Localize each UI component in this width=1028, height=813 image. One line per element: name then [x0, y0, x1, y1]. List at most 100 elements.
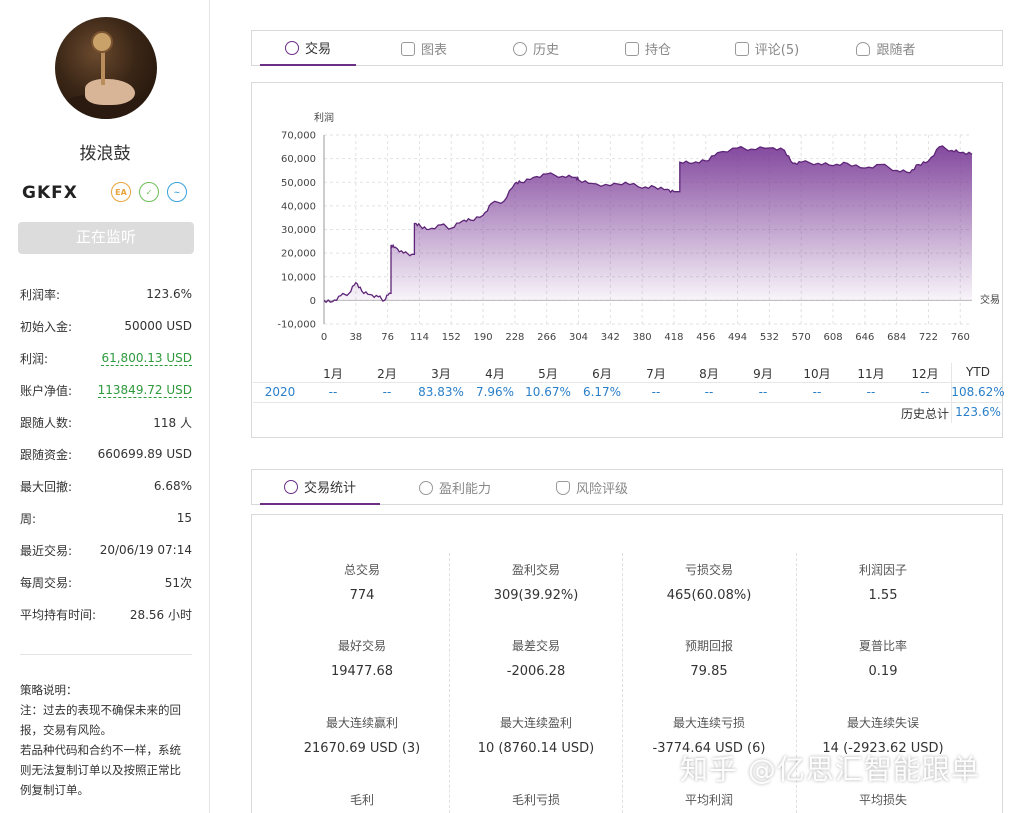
verified-badge-icon: ✓ [139, 182, 159, 202]
month-value: -- [920, 385, 930, 399]
x-tick-label: 152 [442, 332, 461, 343]
month-header: 10月 [803, 367, 831, 381]
activity-badge-icon: ~ [167, 182, 187, 202]
x-tick-label: 570 [792, 332, 811, 343]
trade-stat-value: 19477.68 [330, 664, 394, 679]
trade-stat-label: 夏普比率 [858, 639, 907, 653]
follow-button[interactable]: 正在监听 [18, 222, 194, 254]
trade-stat-label: 毛利 [349, 793, 374, 807]
trade-stat: 平均损失-261.17 USD [797, 791, 969, 813]
tab-followers[interactable]: 跟随者 [836, 31, 936, 66]
trade-stat: 毛利180020.01 USD [276, 791, 448, 813]
trade-stat: 最好交易 19477.68 [276, 637, 448, 679]
y-axis-ticks: -10,000 0 10,000 20,000 30,000 40,000 50,000 60… [277, 131, 316, 331]
stat-label: 初始入金: [20, 319, 73, 334]
month-header: 1月 [323, 367, 343, 381]
strategy-line: 报，交易有风险。 [20, 723, 112, 737]
ea-badge-icon: EA [111, 182, 131, 202]
x-axis-label: 交易 [980, 293, 1000, 306]
y-tick-label: 20,000 [281, 249, 316, 260]
ytd-value: 108.62% [951, 385, 1005, 399]
y-tick-label: 0 [310, 296, 316, 307]
tab-positions[interactable]: 持仓 [600, 31, 696, 66]
stat-value: 20/06/19 07:14 [99, 543, 192, 557]
trade-stat-label: 最大连续盈利 [499, 716, 572, 730]
tab-risk-rating[interactable]: 风险评级 [542, 470, 642, 505]
x-tick-label: 38 [349, 332, 362, 343]
month-value: -- [866, 385, 876, 399]
stat-row: 每周交易: 51次 [20, 566, 192, 598]
stat-value: 50000 USD [124, 319, 192, 333]
shield-icon [555, 480, 570, 495]
trade-stat-label: 最大连续赢利 [325, 716, 398, 730]
stat-label: 利润率: [20, 287, 61, 302]
trader-name: 拨浪鼓 [79, 144, 131, 164]
trade-stat-label: 最大连续失误 [846, 716, 919, 730]
trader-stats: 利润率: 123.6% 初始入金: 50000 USD 利润: 61,800.13 USD… [20, 278, 192, 630]
tab-trading[interactable]: 交易 [260, 31, 356, 66]
stat-label: 跟随资金: [20, 447, 73, 462]
month-value: 83.83% [418, 385, 464, 399]
month-value: -- [704, 385, 714, 399]
tab-comments[interactable]: 评论(5) [712, 31, 822, 66]
profit-area [324, 146, 972, 303]
x-tick-label: 684 [887, 332, 906, 343]
stat-row: 跟随资金: 660699.89 USD [20, 438, 192, 470]
x-tick-label: 76 [381, 332, 394, 343]
trade-stat-label: 最好交易 [337, 639, 386, 653]
trade-stat-label: 预期回报 [684, 639, 733, 653]
tab-trade-stats[interactable]: 交易统计 [260, 470, 380, 505]
x-tick-label: 456 [696, 332, 715, 343]
y-tick-label: -10,000 [277, 320, 316, 331]
month-header: 3月 [431, 367, 451, 381]
profit-chart: -10,000 0 10,000 20,000 30,000 40,000 50,000 60… [277, 111, 1000, 343]
bar-chart-icon [283, 479, 298, 494]
month-header: 8月 [699, 367, 719, 381]
tab-chart[interactable]: 图表 [376, 31, 472, 66]
month-value: 7.96% [475, 385, 515, 399]
monthly-returns-table: 1月 2月 3月 4月 5月 6月 7月 8月 9月 10月 11月 12月 YTD -- -- 83.83… [253, 363, 1005, 423]
trade-stat-label: 利润因子 [858, 563, 907, 577]
tab-profitability[interactable]: 盈利能力 [400, 470, 510, 505]
broker-logo: GKFX [22, 183, 78, 203]
x-tick-label: 114 [410, 332, 429, 343]
trade-stat-label: 最大连续亏损 [672, 716, 745, 730]
trade-stat: 预期回报 79.85 [623, 637, 795, 679]
x-tick-label: 532 [760, 332, 779, 343]
trade-stat: 盈利交易 309(39.92%) [450, 561, 622, 603]
x-tick-label: 342 [601, 332, 620, 343]
watermark: 知乎 @亿思汇智能跟单 [680, 753, 980, 786]
stat-row: 初始入金: 50000 USD [20, 310, 192, 342]
x-tick-label: 0 [321, 332, 327, 343]
stat-value: 51次 [164, 575, 192, 590]
stat-label: 周: [20, 511, 37, 526]
stat-value: 61,800.13 USD [101, 350, 192, 366]
stat-label: 账户净值: [20, 383, 73, 398]
trade-stat: 利润因子 1.55 [797, 561, 969, 603]
trader-sidebar: 拨浪鼓 GKFX EA ✓ ~ 正在监听 利润率: 123.6% 初始入金: 5000… [0, 0, 210, 813]
stat-label: 最近交易: [20, 543, 73, 558]
month-value: 10.67% [525, 385, 571, 399]
trade-stat-label: 盈利交易 [511, 563, 560, 577]
stat-row: 最大回撤: 6.68% [20, 470, 192, 502]
month-header: 2月 [377, 367, 397, 381]
strategy-line: 例复制订单。 [20, 783, 89, 797]
stat-value: 6.68% [153, 479, 192, 493]
trade-stat: 最大连续赢利 21670.69 USD (3) [276, 714, 448, 756]
monthly-header-row: 1月 2月 3月 4月 5月 6月 7月 8月 9月 10月 11月 12月 YTD [253, 363, 1003, 383]
x-tick-label: 646 [855, 332, 874, 343]
trade-stat-label: 平均损失 [858, 793, 907, 807]
trade-stat: 最大连续盈利 10 (8760.14 USD) [450, 714, 622, 756]
strategy-note: 策略说明： 注：过去的表现不确保未来的回 报，交易有风险。 若品种代码和合约不一… [20, 680, 195, 800]
trade-stat-value: 10 (8760.14 USD) [477, 741, 595, 756]
month-header: 11月 [857, 367, 885, 381]
month-value: -- [651, 385, 661, 399]
stat-label: 最大回撤: [20, 479, 73, 494]
stat-row: 账户净值: 113849.72 USD [20, 374, 192, 406]
y-tick-label: 40,000 [281, 201, 316, 212]
avatar[interactable] [55, 17, 157, 119]
tab-history[interactable]: 历史 [488, 31, 584, 66]
x-tick-label: 266 [537, 332, 556, 343]
stat-value: 15 [176, 511, 192, 525]
month-header: 7月 [646, 367, 666, 381]
